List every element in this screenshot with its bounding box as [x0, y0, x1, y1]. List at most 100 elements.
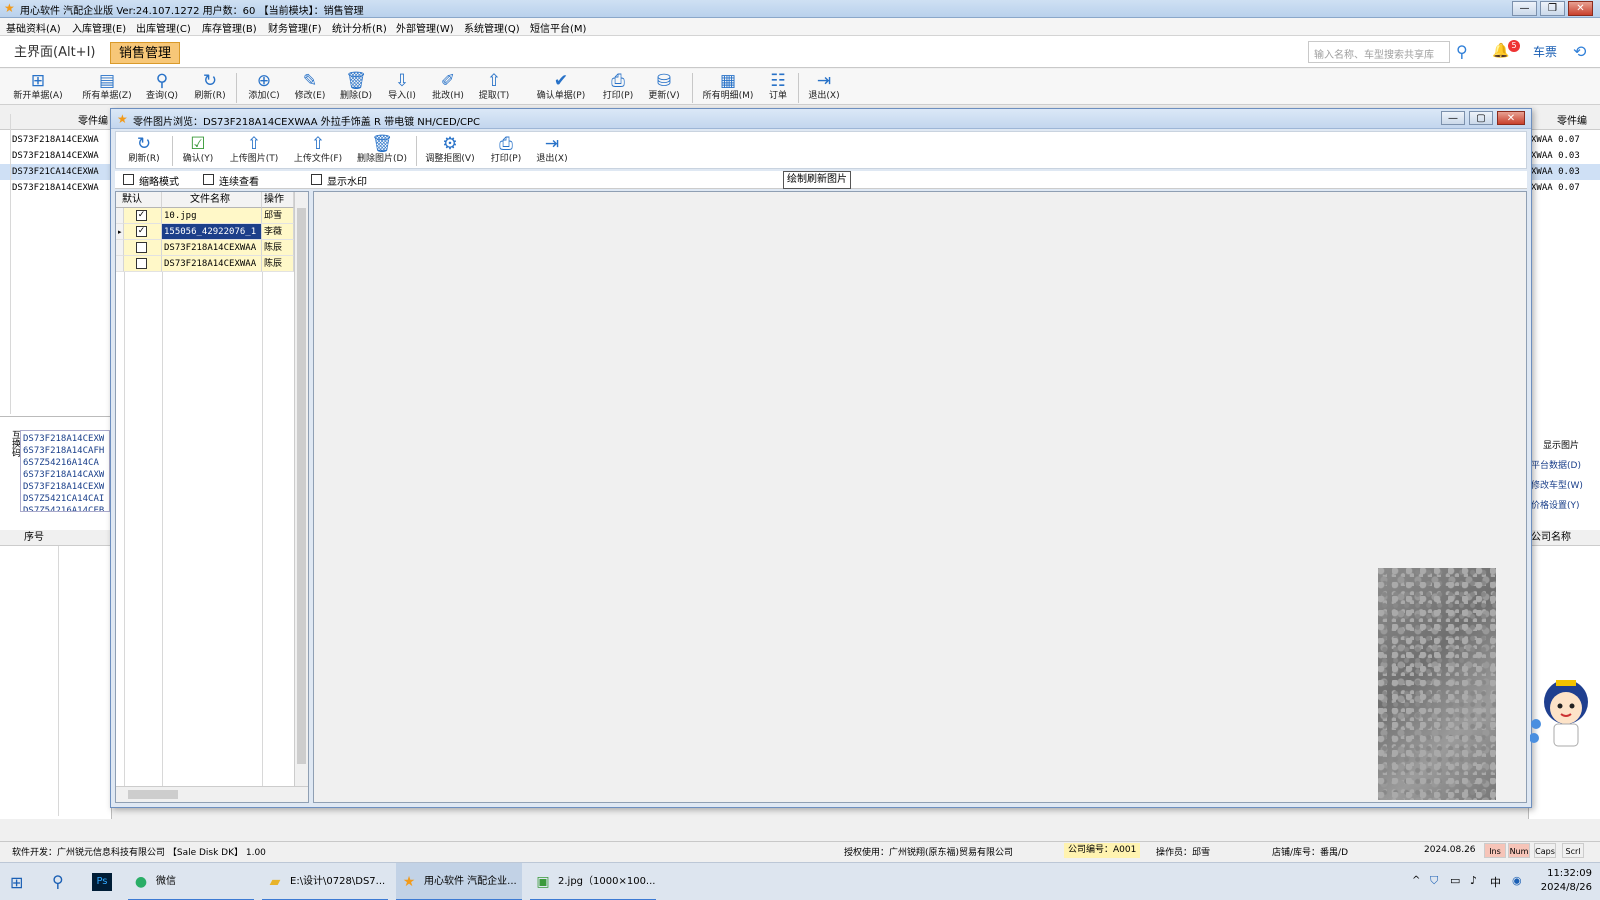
upload-image-button[interactable]: ⇧ 上传图片(T)	[226, 134, 282, 168]
company-code: 公司编号：A001	[1064, 843, 1141, 858]
tray-chevron-icon[interactable]: ^	[1412, 875, 1420, 886]
price-settings-link[interactable]: 价格设置(Y)	[1529, 498, 1580, 514]
restore-button[interactable]: ❐	[1540, 1, 1565, 16]
table-row[interactable]: XWAA 0.07	[1529, 132, 1580, 148]
thumbnail-mode-checkbox[interactable]	[123, 174, 134, 185]
back-icon[interactable]: ⟲	[1573, 41, 1595, 63]
menu-basic-data[interactable]: 基础资料(A)	[6, 20, 61, 35]
search-input[interactable]: 输入名称、车型搜索共享库	[1308, 41, 1450, 63]
show-image-checkbox[interactable]: 显示图片	[1529, 438, 1579, 454]
upload-file-button[interactable]: ⇧ 上传文件(F)	[290, 134, 346, 168]
query-button[interactable]: ⚲ 查询(Q)	[142, 71, 182, 105]
app-title-bar: ★ 用心软件 汽配企业版 Ver:24.107.1272 用户数：60 【当前模…	[0, 0, 1600, 18]
input-method-icon[interactable]: 中	[1490, 874, 1501, 890]
notification-app-icon[interactable]: ◉	[1512, 874, 1522, 887]
interchange-list: DS73F218A14CEXW 6S73F218A14CAFH 6S7Z5421…	[20, 430, 110, 512]
status-date: 2024.08.26	[1424, 845, 1476, 855]
confirm-document-button[interactable]: ✔ 确认单据(P)	[530, 71, 592, 105]
dialog-print-button[interactable]: ⎙ 打印(P)	[486, 134, 526, 168]
dialog-maximize-button[interactable]: ▢	[1469, 111, 1493, 125]
import-button[interactable]: ⇩ 导入(I)	[382, 71, 422, 105]
show-watermark-label: 显示水印	[327, 177, 367, 188]
exit-button[interactable]: ⇥ 退出(X)	[804, 71, 844, 105]
menu-system[interactable]: 系统管理(Q)	[464, 20, 520, 35]
menu-outbound[interactable]: 出库管理(C)	[136, 20, 191, 35]
refresh-button[interactable]: ↻ 刷新(R)	[190, 71, 230, 105]
add-button[interactable]: ⊕ 添加(C)	[244, 71, 284, 105]
dialog-confirm-button[interactable]: ☑ 确认(Y)	[176, 134, 220, 168]
list-item[interactable]: DS7Z54216A14CEB	[21, 503, 104, 511]
continuous-view-checkbox[interactable]	[203, 174, 214, 185]
default-cell	[124, 240, 162, 256]
table-row[interactable]: DS73F218A14CEXWA	[0, 180, 99, 196]
delete-button[interactable]: 🗑 删除(D)	[336, 71, 376, 105]
menu-inbound[interactable]: 入库管理(E)	[72, 20, 126, 35]
menu-sms[interactable]: 短信平台(M)	[530, 20, 586, 35]
caps-indicator: Caps	[1534, 843, 1556, 858]
dialog-minimize-button[interactable]: —	[1441, 111, 1465, 125]
search-icon[interactable]: ⚲	[52, 872, 64, 891]
default-checkbox[interactable]: ✓	[136, 210, 147, 221]
table-row[interactable]: XWAA 0.03	[1529, 148, 1580, 164]
adjust-image-button[interactable]: ⚙ 调整拒图(V)	[422, 134, 478, 168]
horizontal-scrollbar[interactable]	[116, 786, 308, 802]
tab-sales[interactable]: 销售管理	[110, 42, 181, 64]
default-checkbox[interactable]	[136, 258, 147, 269]
vertical-scrollbar[interactable]	[294, 192, 308, 786]
taskbar-item-explorer[interactable]: ▰ E:\设计\0728\DS7...	[262, 863, 388, 900]
table-row[interactable]: DS73F218A14CEXWAA 陈辰	[116, 256, 294, 272]
print-button[interactable]: ⎙ 打印(P)	[598, 71, 638, 105]
default-checkbox[interactable]	[136, 242, 147, 253]
all-documents-button[interactable]: ▤ 所有单据(Z)	[78, 71, 136, 105]
system-clock[interactable]: 11:32:09 2024/8/26	[1541, 867, 1592, 895]
menu-finance[interactable]: 财务管理(F)	[268, 20, 322, 35]
scroll-thumb[interactable]	[297, 208, 306, 764]
search-icon[interactable]: ⚲	[1456, 41, 1478, 63]
network-icon[interactable]: ▭	[1450, 874, 1460, 887]
menu-inventory[interactable]: 库存管理(B)	[202, 20, 257, 35]
refresh-icon: ↻	[202, 71, 218, 91]
table-row[interactable]: XWAA 0.03	[1529, 164, 1600, 180]
default-checkbox[interactable]: ✓	[136, 226, 147, 237]
table-row[interactable]: XWAA 0.07	[1529, 180, 1580, 196]
table-row[interactable]: ▸ ✓ 155056_42922076_1 李薇	[116, 224, 294, 240]
order-button[interactable]: ☷ 订单	[764, 71, 792, 105]
menu-external[interactable]: 外部管理(W)	[396, 20, 454, 35]
windows-start-icon[interactable]: ⊞	[10, 873, 23, 892]
status-bar: 软件开发：广州锐元信息科技有限公司 【Sale Disk DK】 1.00 授权…	[0, 841, 1600, 859]
dialog-exit-button[interactable]: ⇥ 退出(X)	[532, 134, 572, 168]
table-row[interactable]: ✓ 10.jpg 邱雪	[116, 208, 294, 224]
edit-vehicle-link[interactable]: 修改车型(W)	[1529, 478, 1583, 494]
tab-home[interactable]: 主界面(Alt+I)	[6, 42, 103, 64]
draw-refresh-image-button[interactable]: 绘制刷新图片	[783, 171, 851, 189]
batch-edit-button[interactable]: ✐ 批改(H)	[428, 71, 468, 105]
table-row[interactable]: DS73F218A14CEXWAA 陈辰	[116, 240, 294, 256]
update-button[interactable]: ⛁ 更新(V)	[644, 71, 684, 105]
all-details-button[interactable]: ▦ 所有明细(M)	[698, 71, 758, 105]
refresh-icon: ↻	[136, 134, 152, 154]
dialog-refresh-button[interactable]: ↻ 刷新(R)	[120, 134, 168, 168]
taskbar-item-image-viewer[interactable]: ▣ 2.jpg（1000×100...	[530, 863, 656, 900]
volume-icon[interactable]: ♪	[1470, 874, 1477, 887]
new-document-button[interactable]: ⊞ 新开单据(A)	[8, 71, 68, 105]
photoshop-icon[interactable]: Ps	[92, 873, 112, 891]
toolbar-divider	[172, 136, 173, 166]
show-watermark-checkbox[interactable]	[311, 174, 322, 185]
table-row[interactable]: DS73F218A14CEXWA	[0, 132, 99, 148]
extract-button[interactable]: ⇧ 提取(T)	[474, 71, 514, 105]
security-shield-icon[interactable]: ⛉	[1430, 874, 1438, 888]
table-row[interactable]: DS73F21CA14CEXWA	[0, 164, 112, 180]
cart-button[interactable]: 车票	[1527, 41, 1563, 63]
scroll-thumb[interactable]	[128, 790, 178, 799]
dialog-close-button[interactable]: ✕	[1497, 111, 1525, 125]
edit-button[interactable]: ✎ 修改(E)	[290, 71, 330, 105]
table-row[interactable]: DS73F218A14CEXWA	[0, 148, 99, 164]
mascot-assistant-icon[interactable]	[1530, 666, 1594, 766]
close-button[interactable]: ✕	[1568, 1, 1593, 16]
taskbar-item-app[interactable]: ★ 用心软件 汽配企业...	[396, 863, 522, 900]
delete-image-button[interactable]: 🗑 删除图片(D)	[354, 134, 410, 168]
menu-statistics[interactable]: 统计分析(R)	[332, 20, 387, 35]
minimize-button[interactable]: —	[1512, 1, 1537, 16]
taskbar-item-wechat[interactable]: ● 微信	[128, 863, 254, 900]
platform-data-link[interactable]: 平台数据(D)	[1529, 458, 1581, 474]
